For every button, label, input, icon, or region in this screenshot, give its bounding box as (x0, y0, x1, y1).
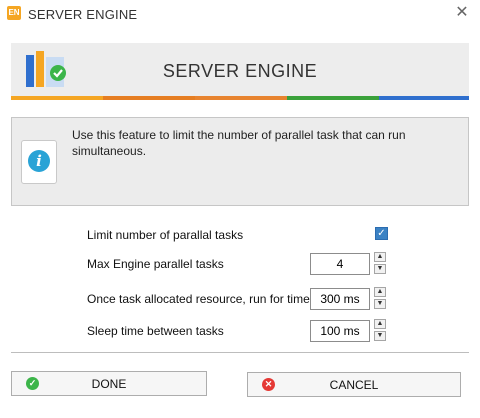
window-title: SERVER ENGINE (28, 7, 138, 22)
cancel-button[interactable]: ✕ CANCEL (247, 372, 461, 397)
divider (11, 352, 469, 353)
title-bar: EN SERVER ENGINE ✕ (0, 0, 480, 28)
app-logo-icon: EN (7, 6, 21, 20)
run-time-up-button[interactable]: ▲ (374, 287, 386, 297)
info-icon-frame: i (21, 140, 57, 184)
sleep-time-label: Sleep time between tasks (87, 324, 224, 338)
run-time-down-button[interactable]: ▼ (374, 299, 386, 309)
max-tasks-label: Max Engine parallel tasks (87, 257, 224, 271)
done-button-label: DONE (91, 377, 127, 391)
stripe-segment (195, 96, 287, 100)
run-time-label: Once task allocated resource, run for ti… (87, 292, 310, 306)
header-banner: SERVER ENGINE (11, 43, 469, 100)
stripe-segment (379, 96, 469, 100)
max-tasks-input[interactable]: 4 (310, 253, 370, 275)
stripe-segment (287, 96, 379, 100)
sleep-time-down-button[interactable]: ▼ (374, 331, 386, 341)
close-icon[interactable]: ✕ (452, 3, 472, 23)
max-tasks-down-button[interactable]: ▼ (374, 264, 386, 274)
cancel-button-label: CANCEL (329, 378, 379, 392)
run-time-input[interactable]: 300 ms (310, 288, 370, 310)
info-icon: i (28, 150, 50, 172)
info-panel: i Use this feature to limit the number o… (11, 117, 469, 206)
limit-tasks-checkbox[interactable]: ✓ (375, 227, 388, 240)
banner-title: SERVER ENGINE (162, 61, 318, 81)
max-tasks-up-button[interactable]: ▲ (374, 252, 386, 262)
sleep-time-up-button[interactable]: ▲ (374, 319, 386, 329)
done-button[interactable]: ✓ DONE (11, 371, 207, 396)
stripe-segment (103, 96, 195, 100)
info-text: Use this feature to limit the number of … (72, 128, 406, 158)
sleep-time-input[interactable]: 100 ms (310, 320, 370, 342)
limit-tasks-label: Limit number of parallal tasks (87, 228, 244, 242)
stripe-segment (11, 96, 103, 100)
